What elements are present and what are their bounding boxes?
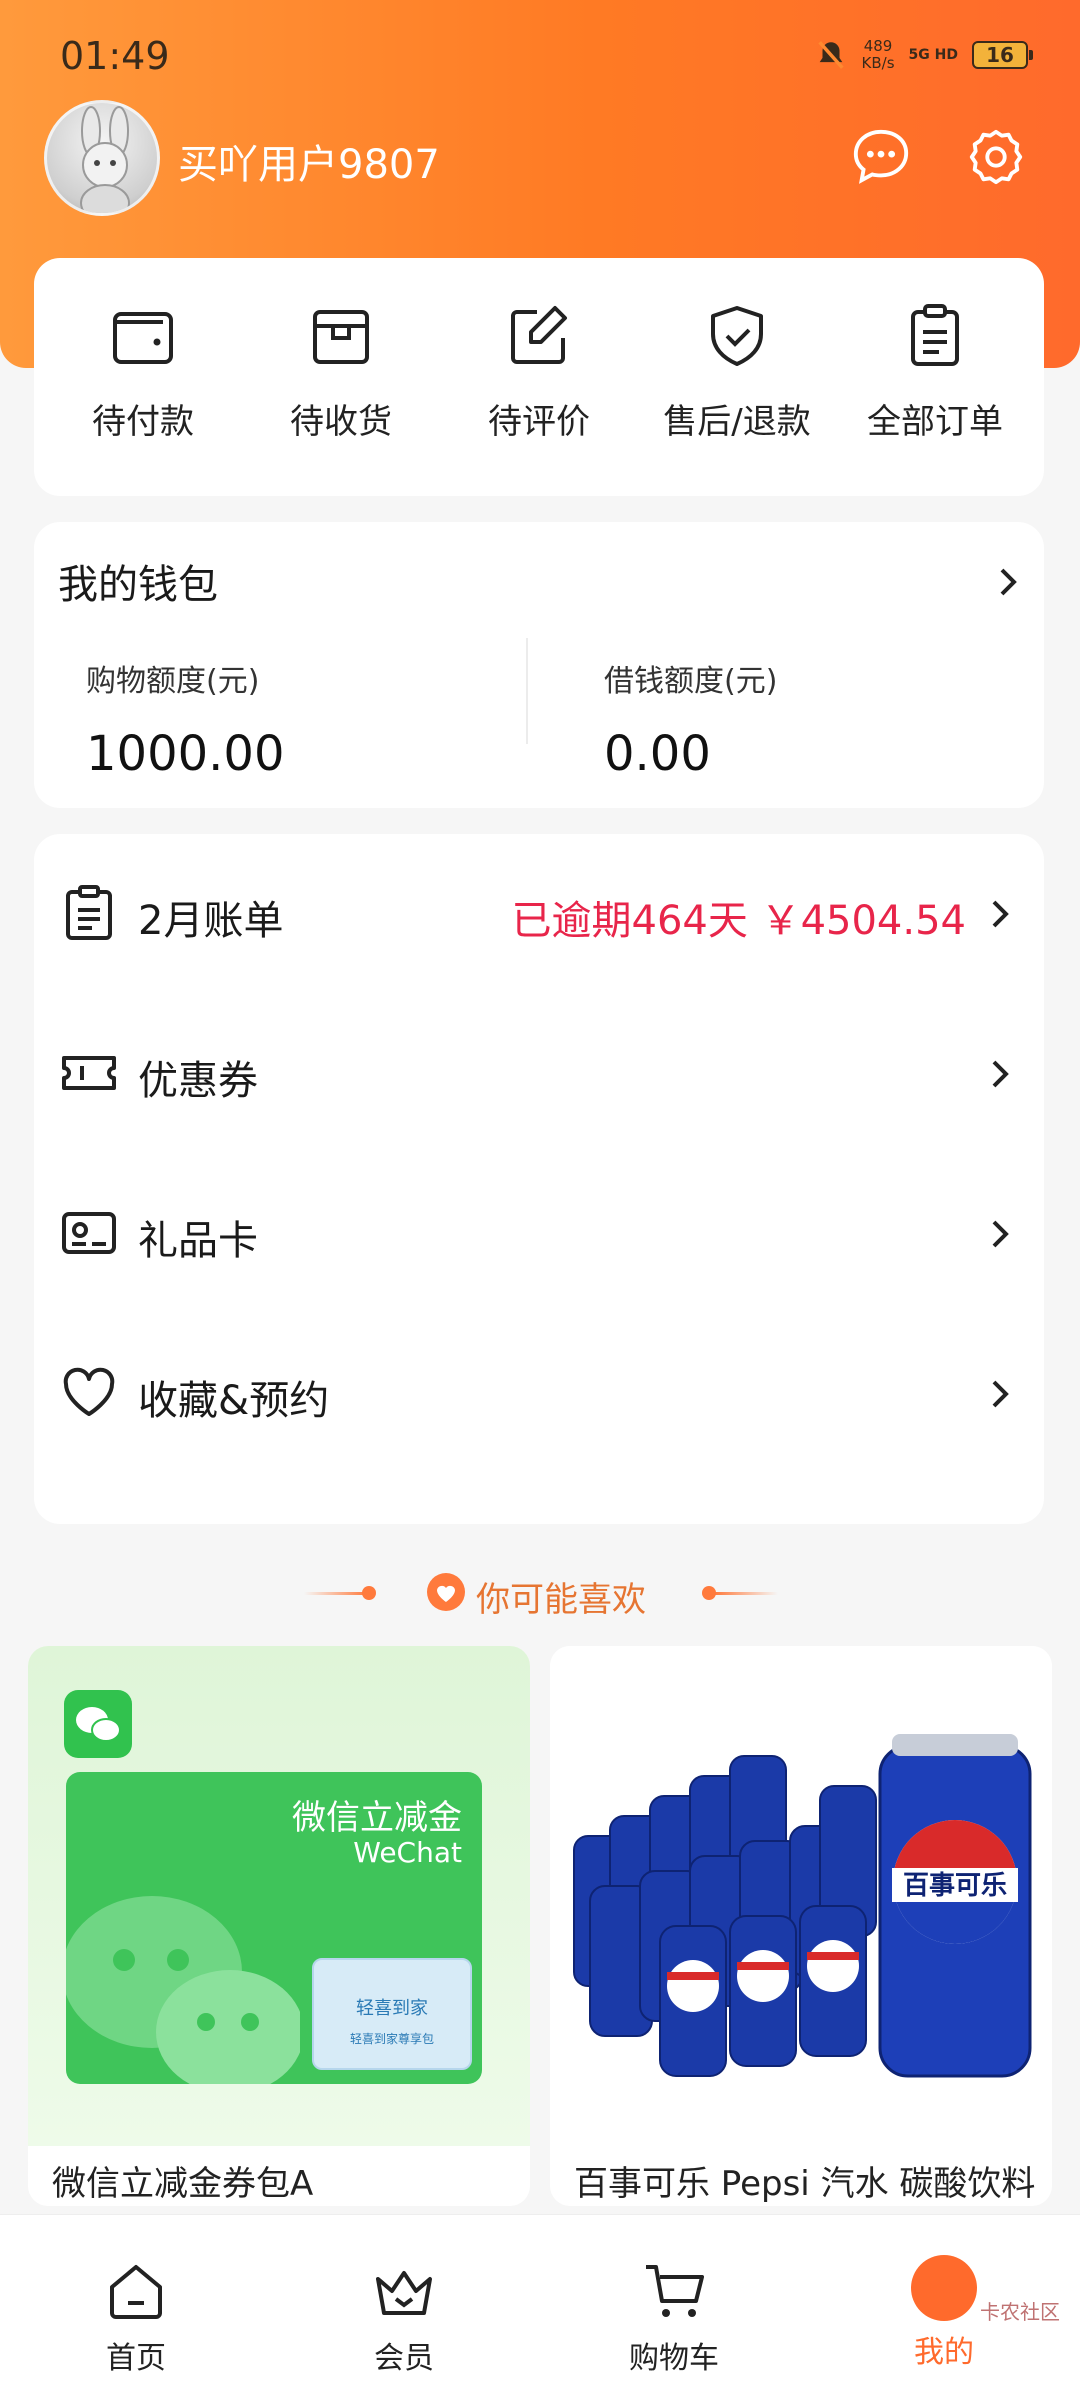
chevron-right-icon [992,1060,1009,1088]
product-image: 微信立减金 WeChat 轻喜到家 轻喜到家尊享包 [28,1646,530,2146]
order-all[interactable]: 全部订单 [840,258,1030,496]
bottom-tab-bar: 首页 会员 购物车 我的 [0,2214,1080,2388]
chevron-right-icon [1000,568,1017,596]
network-type: 5G HD [908,47,958,63]
orders-card: 待付款 待收货 待评价 售后/退款 全部订单 [34,258,1044,496]
shield-check-icon [711,306,763,366]
avatar[interactable] [44,100,160,216]
heart-badge-icon [427,1573,465,1611]
network-speed: 489 KB/s [861,37,895,72]
watermark-text: 卡农社区 [980,2300,1060,2324]
battery-icon: 16 [972,41,1033,69]
home-icon [110,2265,162,2319]
loan-credit[interactable]: 借钱额度(元) 0.00 [604,656,777,782]
bill-icon [66,885,112,940]
status-time: 01:49 [60,34,170,78]
recommend-title: 你可能喜欢 [476,1580,646,1620]
shopping-credit[interactable]: 购物额度(元) 1000.00 [86,656,285,782]
overdue-amount: 已逾期464天 ￥4504.54 [511,898,966,944]
message-icon[interactable] [850,126,912,188]
wallet-title: 我的钱包 [58,562,218,608]
menu-row-coupon[interactable]: 优惠券 [34,994,1044,1154]
wechat-logo-icon [64,1690,132,1758]
menu-row-favorites[interactable]: 收藏&预约 [34,1314,1044,1474]
gift-card-icon [62,1212,116,1254]
menu-row-bill[interactable]: 2月账单 已逾期464天 ￥4504.54 [34,834,1044,994]
menu-card: 2月账单 已逾期464天 ￥4504.54 优惠券 礼品卡 收藏&预约 [34,834,1044,1524]
order-pending-review[interactable]: 待评价 [444,258,634,496]
divider [526,638,528,744]
chevron-right-icon [992,1380,1009,1408]
tab-member[interactable]: 会员 [304,2215,504,2388]
me-icon [911,2255,977,2337]
username[interactable]: 买吖用户9807 [178,132,440,190]
badge-card: 轻喜到家 轻喜到家尊享包 [312,1958,472,2070]
settings-gear-icon[interactable] [965,126,1027,188]
product-name: 百事可乐 Pepsi 汽水 碳酸饮料 [574,2164,1036,2204]
chevron-right-icon [992,900,1009,928]
order-pending-receipt[interactable]: 待收货 [246,258,436,496]
product-name: 微信立减金券包A [52,2164,314,2204]
coupon-icon [62,1056,116,1090]
menu-row-giftcard[interactable]: 礼品卡 [34,1154,1044,1314]
wallet-card[interactable]: 我的钱包 购物额度(元) 1000.00 借钱额度(元) 0.00 [34,522,1044,808]
order-pending-payment[interactable]: 待付款 [48,258,238,496]
tab-cart[interactable]: 购物车 [574,2215,774,2388]
chevron-right-icon [992,1220,1009,1248]
wechat-bubbles-icon [66,1896,300,2084]
product-image: 百事可乐 [550,1646,1052,2146]
order-after-sales[interactable]: 售后/退款 [642,258,832,496]
status-bar: 01:49 489 KB/s 5G HD 16 [60,34,1033,84]
wechat-card-graphic: 微信立减金 WeChat 轻喜到家 轻喜到家尊享包 [66,1772,482,2084]
pepsi-cans-image: 百事可乐 [573,1734,1032,2078]
product-card-wechat[interactable]: 微信立减金 WeChat 轻喜到家 轻喜到家尊享包 微信立减金券包A [28,1646,530,2206]
tab-home[interactable]: 首页 [36,2215,236,2388]
recommend-header: 你可能喜欢 [0,1568,1080,1620]
edit-icon [511,306,567,364]
box-icon [313,310,369,364]
crown-icon [376,2271,432,2315]
product-card-pepsi[interactable]: 百事可乐 百事可乐 Pepsi 汽水 碳酸饮料 [550,1646,1052,2206]
clipboard-icon [911,304,959,366]
pepsi-brand-text: 百事可乐 [903,1871,1007,1901]
wallet-icon [113,312,173,364]
heart-icon [63,1367,115,1416]
status-icons: 489 KB/s 5G HD 16 [814,37,1033,72]
mute-bell-icon [817,41,844,69]
cart-icon [646,2265,704,2317]
